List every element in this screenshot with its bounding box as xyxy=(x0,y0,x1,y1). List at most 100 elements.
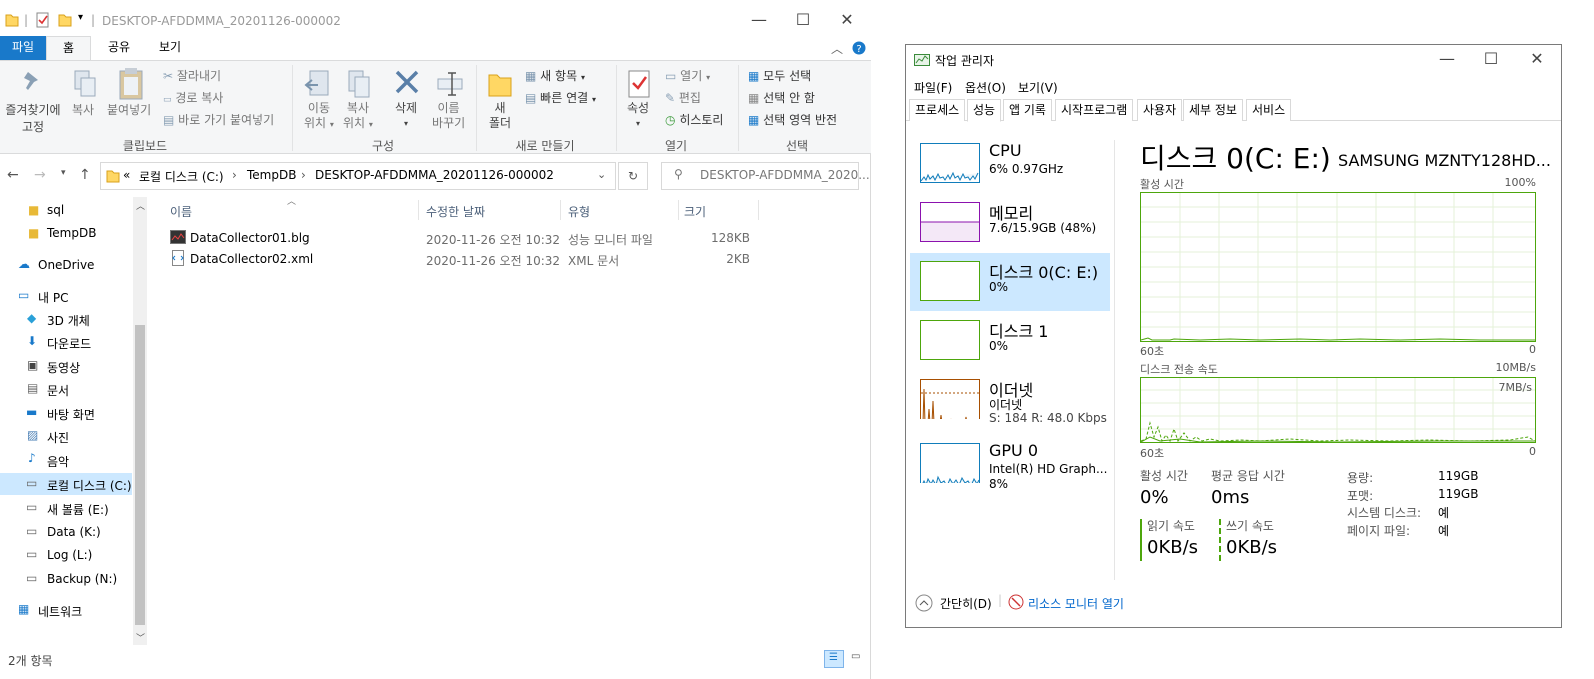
paste-button[interactable]: 붙여넣기 xyxy=(107,101,151,118)
rename-button[interactable]: 이름 바꾸기 xyxy=(432,101,465,131)
fewer-details-button[interactable]: 간단히(D) xyxy=(940,595,992,612)
quick-access-dropdown-icon[interactable]: ▾ xyxy=(78,12,83,23)
column-date[interactable]: 수정한 날짜 xyxy=(420,198,560,222)
select-all-button[interactable]: ▦ 모두 선택 xyxy=(748,67,811,84)
nav-item-3d-objects[interactable]: ◆ 3D 개체 xyxy=(0,308,132,330)
history-button[interactable]: ◷ 히스토리 xyxy=(665,111,723,128)
column-type[interactable]: 유형 xyxy=(562,198,678,222)
tab-view[interactable]: 보기 xyxy=(145,36,195,60)
tab-app-history[interactable]: 앱 기록 xyxy=(1003,99,1052,121)
nav-item-downloads[interactable]: ⬇ 다운로드 xyxy=(0,331,132,353)
select-none-button[interactable]: ▦ 선택 안 함 xyxy=(748,89,815,106)
new-folder-quick-icon[interactable] xyxy=(58,12,72,28)
delete-button[interactable]: 삭제 ▾ xyxy=(395,101,417,131)
menu-options[interactable]: 옵션(O) xyxy=(965,79,1006,96)
menu-file[interactable]: 파일(F) xyxy=(914,79,952,96)
perf-item-disk1[interactable]: 디스크 1 0% xyxy=(910,312,1110,370)
scroll-down-icon[interactable]: ﹀ xyxy=(136,631,145,644)
file-name: DataCollector02.xml xyxy=(190,252,314,266)
refresh-button[interactable]: ↻ xyxy=(618,162,648,190)
tab-details[interactable]: 세부 정보 xyxy=(1183,99,1243,121)
address-bar[interactable]: « 로컬 디스크 (C:) › TempDB › DESKTOP-AFDDMMA… xyxy=(100,162,616,190)
help-icon[interactable]: ? xyxy=(852,41,866,55)
nav-item-this-pc[interactable]: ▭ 내 PC xyxy=(0,285,132,307)
tab-processes[interactable]: 프로세스 xyxy=(909,99,966,121)
copy-button[interactable]: 복사 xyxy=(72,101,94,118)
back-button[interactable]: ← xyxy=(7,167,19,183)
nav-item-pictures[interactable]: ▨ 사진 xyxy=(0,425,132,447)
invert-selection-button[interactable]: ▦ 선택 영역 반전 xyxy=(748,111,837,128)
pin-to-quick-access-button[interactable]: 즐겨찾기에 고정 xyxy=(2,101,64,135)
perf-item-gpu[interactable]: GPU 0 Intel(R) HD Graph... 8% xyxy=(910,435,1110,493)
transfer-graph-label: 디스크 전송 속도 xyxy=(1140,363,1218,376)
minimize-button[interactable]: — xyxy=(736,6,782,36)
search-input[interactable]: ⚲ DESKTOP-AFDDMMA_2020... xyxy=(661,162,870,190)
nav-item-desktop[interactable]: ▬ 바탕 화면 xyxy=(0,402,132,424)
breadcrumb-tempdb[interactable]: TempDB xyxy=(247,168,296,182)
nav-item-backup-n[interactable]: ▭ Backup (N:) xyxy=(0,568,132,590)
collapse-ribbon-icon[interactable]: ︿ xyxy=(831,40,843,57)
drive-icon: ▭ xyxy=(26,524,38,538)
menu-view[interactable]: 보기(V) xyxy=(1018,79,1058,96)
file-type: 성능 모니터 파일 xyxy=(568,233,653,247)
nav-item-log-l[interactable]: ▭ Log (L:) xyxy=(0,544,132,566)
nav-item-videos[interactable]: ▣ 동영상 xyxy=(0,355,132,377)
perf-item-disk0[interactable]: 디스크 0(C: E:) 0% xyxy=(910,253,1110,311)
move-to-button[interactable]: 이동 위치 ▾ xyxy=(304,101,334,132)
tab-file[interactable]: 파일 xyxy=(0,36,46,60)
nav-item-tempdb[interactable]: ■ TempDB xyxy=(0,222,132,244)
file-row[interactable]: DataCollector02.xml 2020-11-26 오전 10:32 … xyxy=(168,249,768,270)
recent-locations-button[interactable]: ▾ xyxy=(61,168,66,178)
maximize-button[interactable]: ☐ xyxy=(780,6,826,36)
details-view-button[interactable]: ☰ xyxy=(824,650,844,668)
nav-item-music[interactable]: ♪ 음악 xyxy=(0,449,132,471)
address-dropdown-icon[interactable]: ⌄ xyxy=(597,168,606,181)
chevron-up-icon[interactable] xyxy=(915,594,933,612)
perf-item-memory[interactable]: 메모리 7.6/15.9GB (48%) xyxy=(910,194,1110,252)
copy-to-button[interactable]: 복사 위치 ▾ xyxy=(343,101,373,132)
perf-item-ethernet[interactable]: 이더넷 이더넷 S: 184 R: 48.0 Kbps xyxy=(910,371,1110,429)
address-overflow[interactable]: « xyxy=(123,168,130,182)
open-resource-monitor-link[interactable]: 리소스 모니터 열기 xyxy=(1028,595,1124,612)
search-placeholder: DESKTOP-AFDDMMA_2020... xyxy=(700,168,870,182)
navigation-scrollbar[interactable]: ︿ ﹀ xyxy=(133,197,147,645)
nav-item-network[interactable]: ▦ 네트워크 xyxy=(0,599,132,621)
tab-startup[interactable]: 시작프로그램 xyxy=(1055,99,1134,121)
close-button[interactable]: ✕ xyxy=(824,6,870,36)
tab-services[interactable]: 서비스 xyxy=(1246,99,1292,121)
cut-button[interactable]: ✂ 잘라내기 xyxy=(163,67,221,84)
tm-maximize-button[interactable]: ☐ xyxy=(1468,45,1514,75)
nav-item-local-disk-c[interactable]: ▭ 로컬 디스크 (C:) xyxy=(0,473,132,495)
file-row[interactable]: DataCollector01.blg 2020-11-26 오전 10:32 … xyxy=(168,228,768,249)
breadcrumb-drive[interactable]: 로컬 디스크 (C:) xyxy=(139,168,224,185)
nav-item-sql[interactable]: ■ sql xyxy=(0,199,132,221)
up-button[interactable]: ↑ xyxy=(79,167,91,183)
nav-item-documents[interactable]: ▤ 문서 xyxy=(0,378,132,400)
tm-minimize-button[interactable]: — xyxy=(1424,45,1470,75)
copy-path-button[interactable]: ▭ 경로 복사 xyxy=(163,89,223,106)
edit-button[interactable]: ✎ 편집 xyxy=(665,89,701,106)
new-item-button[interactable]: ▦ 새 항목 ▾ xyxy=(525,67,585,84)
column-size[interactable]: 크기 xyxy=(680,198,758,222)
properties-quick-icon[interactable] xyxy=(35,12,51,28)
tab-home[interactable]: 홈 xyxy=(46,36,91,60)
column-name[interactable]: 이름 xyxy=(168,198,418,222)
new-folder-button[interactable]: 새 폴더 xyxy=(489,101,511,131)
forward-button[interactable]: → xyxy=(34,167,46,183)
breadcrumb-folder[interactable]: DESKTOP-AFDDMMA_20201126-000002 xyxy=(315,168,554,182)
tab-users[interactable]: 사용자 xyxy=(1137,99,1183,121)
large-icons-view-button[interactable]: ▭ xyxy=(848,650,866,668)
tab-share[interactable]: 공유 xyxy=(94,36,144,60)
nav-item-data-k[interactable]: ▭ Data (K:) xyxy=(0,521,132,543)
scrollbar-thumb[interactable] xyxy=(135,325,145,625)
properties-button[interactable]: 속성 ▾ xyxy=(627,101,649,131)
nav-item-volume-e[interactable]: ▭ 새 볼륨 (E:) xyxy=(0,497,132,519)
scroll-up-icon[interactable]: ︿ xyxy=(136,199,145,212)
easy-access-button[interactable]: ▤ 빠른 연결 ▾ xyxy=(525,89,596,106)
open-button[interactable]: ▭ 열기 ▾ xyxy=(665,67,710,84)
tab-performance[interactable]: 성능 xyxy=(967,99,1002,122)
tm-close-button[interactable]: ✕ xyxy=(1514,45,1560,75)
paste-shortcut-button[interactable]: ▤ 바로 가기 붙여넣기 xyxy=(163,111,274,128)
nav-item-onedrive[interactable]: ☁ OneDrive xyxy=(0,254,132,276)
perf-item-cpu[interactable]: CPU 6% 0.97GHz xyxy=(910,135,1110,193)
